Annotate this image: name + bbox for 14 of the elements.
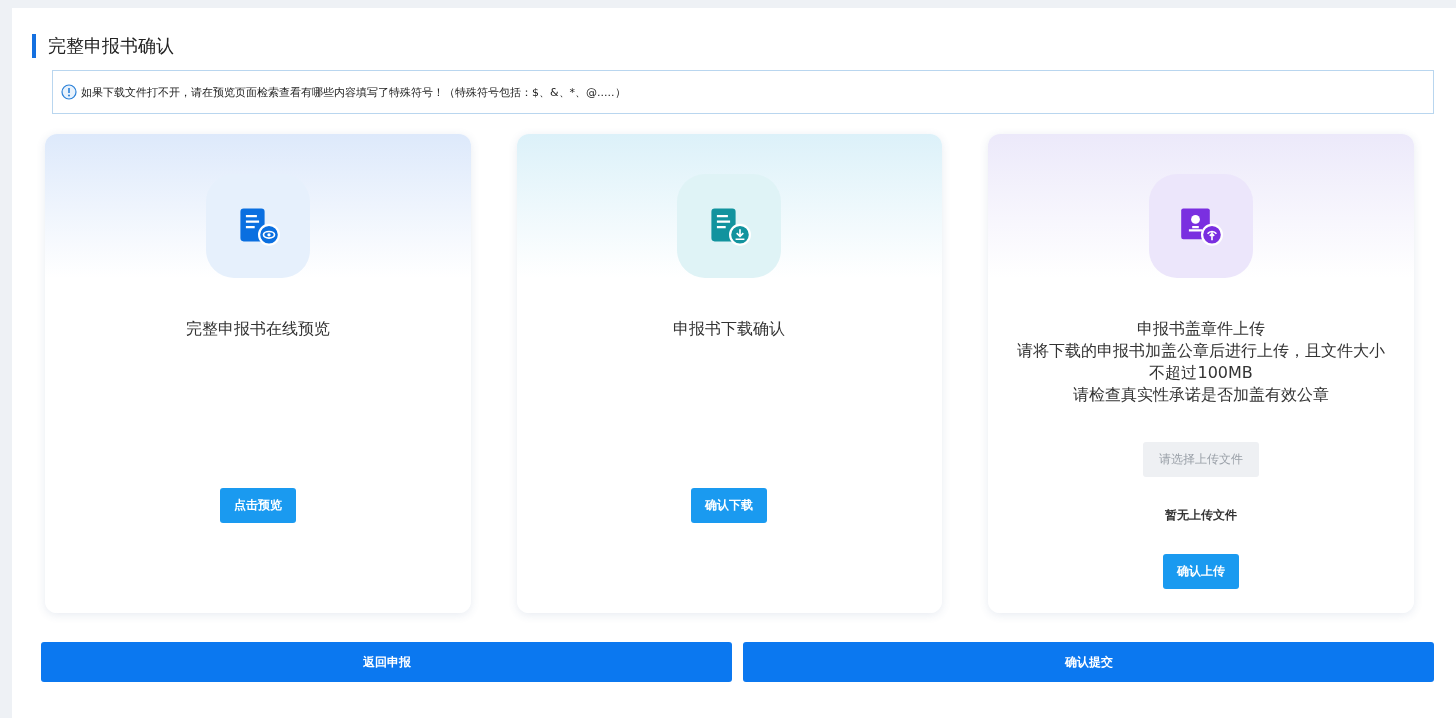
page-title: 完整申报书确认 [48,34,174,58]
submit-button[interactable]: 确认提交 [743,642,1434,682]
file-status: 暂无上传文件 [1165,507,1238,524]
card-title: 申报书盖章件上传 [1136,318,1267,340]
preview-button[interactable]: 点击预览 [219,488,296,523]
card-title: 完整申报书在线预览 [184,318,331,340]
card-description: 请检查真实性承诺是否加盖有效公章 [1072,384,1331,406]
upload-button[interactable]: 确认上传 [1163,554,1240,589]
card-title: 申报书下载确认 [672,318,787,340]
card-description: 请将下载的申报书加盖公章后进行上传，且文件大小不超过100MB [1016,340,1387,384]
back-button[interactable]: 返回申报 [41,642,732,682]
download-button[interactable]: 确认下载 [691,488,768,523]
notice-text: 如果下载文件打不开，请在预览页面检索查看有哪些内容填写了特殊符号！（特殊符号包括：$、&、*、@.....） [81,84,626,100]
info-icon [61,84,77,100]
